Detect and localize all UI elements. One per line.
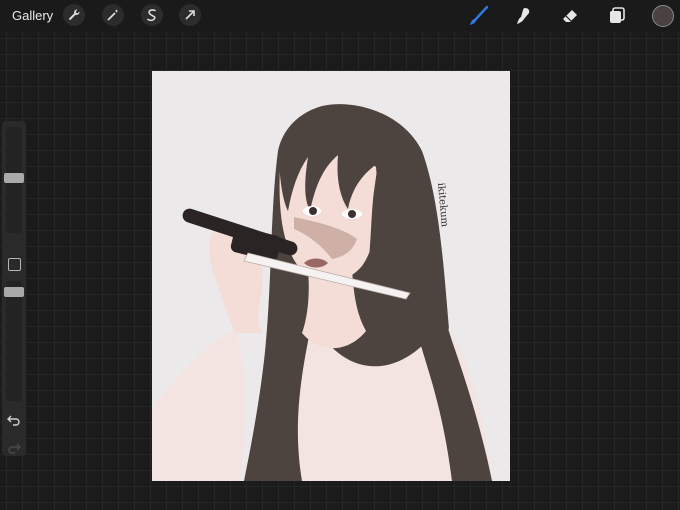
- top-toolbar: Gallery: [0, 0, 680, 32]
- layers-button[interactable]: [606, 5, 628, 27]
- smudge-tool-button[interactable]: [512, 5, 534, 27]
- gallery-button[interactable]: Gallery: [12, 8, 53, 23]
- opacity-slider[interactable]: [4, 281, 24, 401]
- undo-icon[interactable]: [7, 414, 21, 426]
- layers-icon: [610, 7, 625, 23]
- transform-arrow-icon: [185, 10, 195, 20]
- eraser-tool-button[interactable]: [559, 5, 581, 27]
- actions-wrench-button[interactable]: [63, 4, 85, 26]
- brush-size-slider[interactable]: [4, 127, 24, 233]
- left-sidebar: [2, 121, 26, 456]
- left-iris: [309, 207, 317, 215]
- selection-icon: [147, 9, 156, 22]
- brush-icon: [470, 5, 489, 25]
- drawing-canvas[interactable]: ikitekum: [152, 71, 510, 481]
- right-iris: [348, 210, 356, 218]
- smudge-icon: [517, 8, 530, 24]
- redo-icon[interactable]: [7, 442, 21, 454]
- color-swatch[interactable]: [652, 5, 674, 27]
- brush-tool-button[interactable]: [468, 5, 490, 27]
- modify-button[interactable]: [8, 258, 21, 271]
- opacity-handle[interactable]: [4, 287, 24, 297]
- eraser-icon: [563, 10, 577, 22]
- brush-size-handle[interactable]: [4, 173, 24, 183]
- transform-button[interactable]: [179, 4, 201, 26]
- artwork: ikitekum: [152, 104, 492, 481]
- wrench-icon: [68, 9, 80, 21]
- adjustments-wand-button[interactable]: [102, 4, 124, 26]
- selection-button[interactable]: [141, 4, 163, 26]
- magic-wand-icon: [107, 9, 119, 21]
